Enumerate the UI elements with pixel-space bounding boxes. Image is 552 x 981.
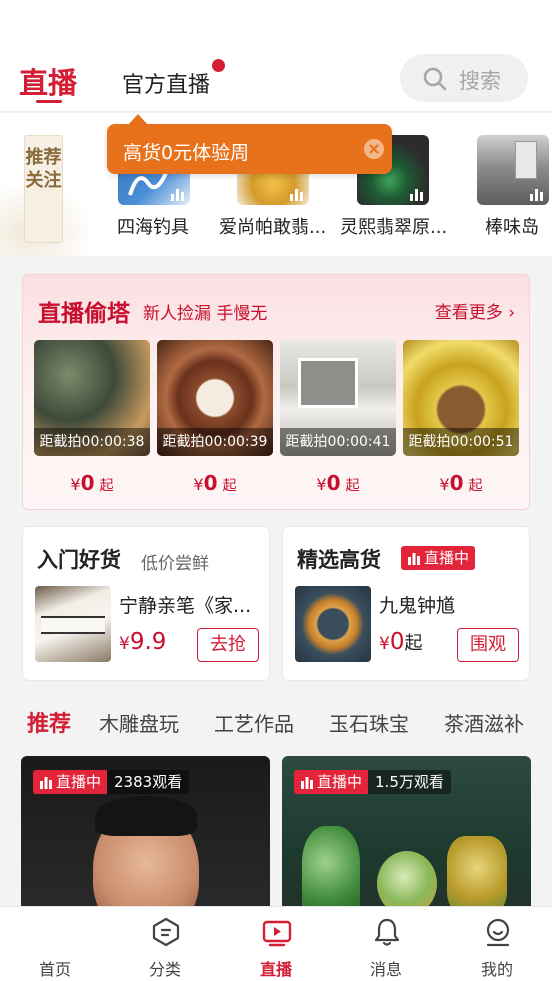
profile-icon — [486, 918, 510, 947]
live-badge: 直播中 — [401, 546, 476, 570]
product-price: ¥9.9 — [119, 629, 167, 655]
notification-dot — [212, 59, 225, 72]
watch-button[interactable]: 围观 — [457, 628, 519, 662]
premium-goods-card[interactable]: 精选高货 直播中 九鬼钟馗 ¥0起 围观 — [282, 526, 530, 681]
live-stream-tile[interactable]: 直播中 1.5万观看 — [282, 756, 531, 916]
product-price: ¥0起 — [379, 629, 423, 655]
category-icon — [152, 917, 180, 947]
category-tab-wood[interactable]: 木雕盘玩 — [99, 708, 179, 737]
sneak-subtitle: 新人捡漏 手慢无 — [143, 304, 268, 324]
live-bars-icon — [290, 187, 303, 201]
follow-name[interactable]: 四海钓具 — [117, 213, 189, 239]
calligraphy-scroll — [41, 616, 105, 634]
nav-label: 首页 — [38, 960, 71, 979]
shop-sign — [515, 141, 537, 179]
card-subtitle: 低价尝鲜 — [141, 554, 209, 574]
category-tab-tea[interactable]: 茶酒滋补 — [444, 708, 524, 737]
follow-name[interactable]: 棒味岛 — [485, 213, 539, 239]
live-stream-tile[interactable]: 直播中 2383观看 — [21, 756, 270, 916]
jade-pendant — [447, 836, 507, 916]
countdown: 距截拍00:00:38 — [34, 428, 150, 456]
picture-frame — [298, 358, 358, 408]
streamer-hair — [95, 796, 197, 836]
card-title: 入门好货 — [37, 547, 121, 572]
live-bars-icon — [301, 777, 313, 789]
follow-avatar-bangweidao[interactable] — [477, 135, 549, 205]
nav-category[interactable]: 分类 — [110, 907, 220, 981]
nav-label: 分类 — [148, 960, 181, 979]
recommended-follow-badge: 推荐关注 — [24, 135, 63, 243]
live-bars-icon — [410, 187, 423, 201]
live-bars-icon — [171, 187, 184, 201]
tooltip-text: 高货0元体验周 — [123, 142, 250, 164]
sneak-title: 直播偷塔 — [38, 300, 130, 327]
nav-home[interactable]: 首页 — [0, 907, 110, 981]
countdown: 距截拍00:00:39 — [157, 428, 273, 456]
tab-official-live[interactable]: 官方直播 — [122, 67, 210, 99]
countdown: 距截拍00:00:41 — [280, 428, 396, 456]
countdown: 距截拍00:00:51 — [403, 428, 519, 456]
close-icon[interactable] — [364, 139, 384, 159]
sneak-price: ¥0 起 — [193, 471, 237, 495]
product-name: 宁静亲笔《家... — [119, 595, 252, 617]
search-label: 搜索 — [459, 69, 501, 93]
active-tab-indicator — [36, 100, 62, 103]
product-thumbnail — [35, 586, 111, 662]
live-sneak-card[interactable]: 直播偷塔 新人捡漏 手慢无 查看更多 › 距截拍00:00:38 距截拍00:0… — [22, 274, 530, 510]
sneak-item[interactable]: 距截拍00:00:38 — [34, 340, 150, 456]
nav-messages[interactable]: 消息 — [331, 907, 441, 981]
sneak-item[interactable]: 距截拍00:00:41 — [280, 340, 396, 456]
nav-live[interactable]: 直播 — [221, 907, 331, 981]
tab-live[interactable]: 直播 — [19, 60, 77, 102]
live-viewers-badge: 直播中 2383观看 — [33, 770, 190, 794]
nav-label: 我的 — [480, 960, 513, 979]
nav-profile[interactable]: 我的 — [442, 907, 552, 981]
product-thumbnail — [295, 586, 371, 662]
category-tab-craft[interactable]: 工艺作品 — [214, 708, 294, 737]
sneak-price: ¥0 起 — [70, 471, 114, 495]
grab-button[interactable]: 去抢 — [197, 628, 259, 662]
sneak-item[interactable]: 距截拍00:00:51 — [403, 340, 519, 456]
promo-tooltip[interactable]: 高货0元体验周 — [107, 124, 392, 174]
live-bars-icon — [408, 553, 420, 565]
live-viewers-badge: 直播中 1.5万观看 — [294, 770, 451, 794]
entry-goods-card[interactable]: 入门好货 低价尝鲜 宁静亲笔《家... ¥9.9 去抢 — [22, 526, 270, 681]
top-header: 直播 官方直播 搜索 — [0, 0, 552, 112]
live-bars-icon — [530, 187, 543, 201]
bell-icon — [374, 918, 400, 946]
bottom-navigation: 首页 分类 直播 消息 我的 — [0, 906, 552, 981]
sneak-item[interactable]: 距截拍00:00:39 — [157, 340, 273, 456]
nav-label: 直播 — [259, 960, 292, 979]
search-icon — [423, 67, 447, 91]
live-tv-icon — [262, 920, 292, 947]
follow-name[interactable]: 灵熙翡翠原... — [340, 213, 447, 239]
sneak-price: ¥0 起 — [316, 471, 360, 495]
live-bars-icon — [40, 777, 52, 789]
search-button[interactable]: 搜索 — [400, 54, 528, 102]
category-tabs: 推荐 木雕盘玩 工艺作品 玉石珠宝 茶酒滋补 — [0, 696, 552, 746]
see-more-link[interactable]: 查看更多 › — [435, 298, 515, 323]
category-tab-jade[interactable]: 玉石珠宝 — [329, 708, 409, 737]
follow-name[interactable]: 爱尚帕敢翡... — [219, 213, 326, 239]
sneak-price: ¥0 起 — [439, 471, 483, 495]
nav-label: 消息 — [369, 960, 402, 979]
card-title: 精选高货 — [297, 547, 381, 572]
category-tab-recommend[interactable]: 推荐 — [27, 706, 71, 738]
jade-pendant — [302, 826, 360, 916]
product-name: 九鬼钟馗 — [379, 595, 456, 617]
